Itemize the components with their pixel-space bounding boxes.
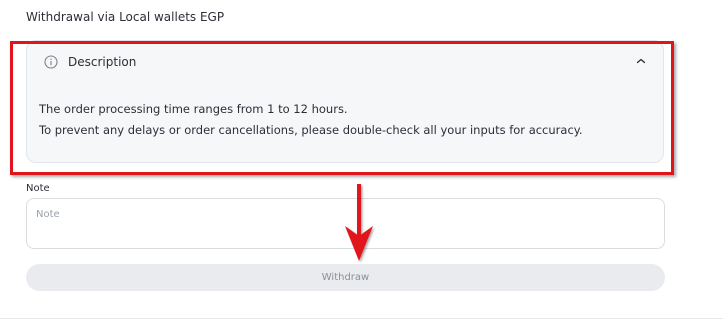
description-line: To prevent any delays or order cancellat… xyxy=(39,123,583,137)
description-toggle[interactable]: Description xyxy=(27,41,663,83)
divider xyxy=(0,318,723,319)
note-label: Note xyxy=(26,183,50,194)
chevron-up-icon[interactable] xyxy=(635,56,647,66)
info-icon xyxy=(44,55,58,69)
description-line: The order processing time ranges from 1 … xyxy=(39,102,348,116)
description-body: The order processing time ranges from 1 … xyxy=(39,99,649,141)
description-panel: Description The order processing time ra… xyxy=(26,40,664,163)
withdraw-button[interactable]: Withdraw xyxy=(26,264,665,291)
description-title: Description xyxy=(68,55,137,69)
page-title: Withdrawal via Local wallets EGP xyxy=(26,10,225,24)
note-field[interactable] xyxy=(26,198,665,249)
